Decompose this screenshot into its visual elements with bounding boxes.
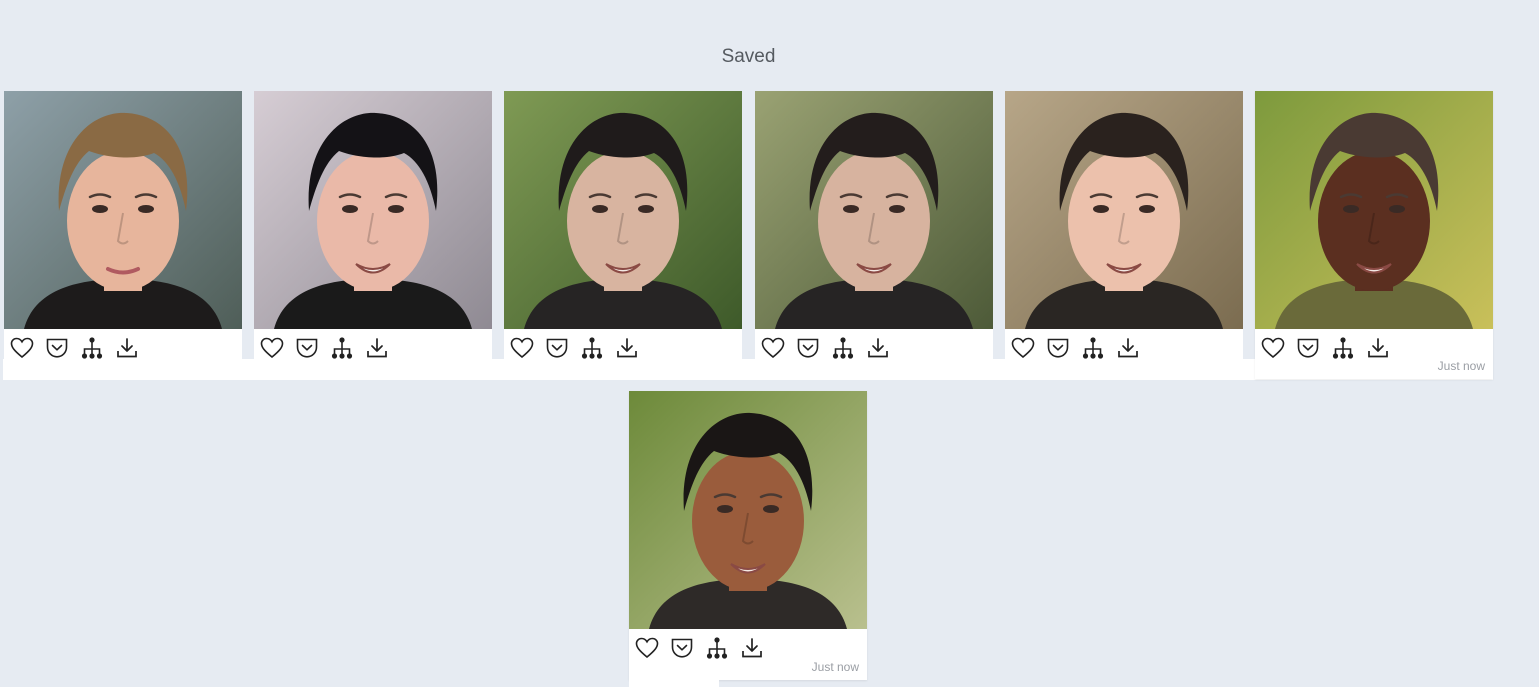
timestamp: Just now bbox=[1437, 359, 1485, 373]
portrait-image[interactable] bbox=[629, 391, 867, 629]
lineage-button[interactable] bbox=[825, 333, 860, 363]
heart-outline-icon bbox=[260, 337, 284, 359]
save-button[interactable] bbox=[664, 633, 699, 663]
portrait-image[interactable] bbox=[1255, 91, 1493, 329]
lineage-button[interactable] bbox=[574, 333, 609, 363]
hierarchy-tree-icon bbox=[330, 336, 354, 360]
heart-outline-icon bbox=[761, 337, 785, 359]
image-card bbox=[755, 91, 993, 360]
download-icon bbox=[866, 336, 890, 360]
lineage-button[interactable] bbox=[74, 333, 109, 363]
download-icon bbox=[365, 336, 389, 360]
pocket-save-icon bbox=[545, 337, 569, 359]
pocket-save-icon bbox=[1296, 337, 1320, 359]
like-button[interactable] bbox=[504, 333, 539, 363]
portrait-image[interactable] bbox=[254, 91, 492, 329]
download-icon bbox=[115, 336, 139, 360]
download-icon bbox=[740, 636, 764, 660]
lineage-button[interactable] bbox=[324, 333, 359, 363]
hierarchy-tree-icon bbox=[1081, 336, 1105, 360]
download-button[interactable] bbox=[860, 333, 895, 363]
hierarchy-tree-icon bbox=[1331, 336, 1355, 360]
card-actions bbox=[1255, 333, 1395, 363]
pocket-save-icon bbox=[796, 337, 820, 359]
portrait-image[interactable] bbox=[4, 91, 242, 329]
lineage-button[interactable] bbox=[1325, 333, 1360, 363]
download-button[interactable] bbox=[734, 633, 769, 663]
lineage-button[interactable] bbox=[699, 633, 734, 663]
download-icon bbox=[615, 336, 639, 360]
save-button[interactable] bbox=[539, 333, 574, 363]
image-card bbox=[504, 91, 742, 360]
heart-outline-icon bbox=[635, 637, 659, 659]
heart-outline-icon bbox=[510, 337, 534, 359]
pocket-save-icon bbox=[295, 337, 319, 359]
save-button[interactable] bbox=[1040, 333, 1075, 363]
image-card bbox=[4, 91, 242, 360]
page-title: Saved bbox=[721, 46, 776, 67]
hierarchy-tree-icon bbox=[580, 336, 604, 360]
save-button[interactable] bbox=[39, 333, 74, 363]
hierarchy-tree-icon bbox=[831, 336, 855, 360]
image-card bbox=[1005, 91, 1243, 360]
heart-outline-icon bbox=[10, 337, 34, 359]
save-button[interactable] bbox=[790, 333, 825, 363]
download-icon bbox=[1116, 336, 1140, 360]
portrait-image[interactable] bbox=[504, 91, 742, 329]
pocket-save-icon bbox=[670, 637, 694, 659]
card-actions bbox=[629, 633, 769, 663]
pocket-save-icon bbox=[1046, 337, 1070, 359]
like-button[interactable] bbox=[4, 333, 39, 363]
heart-outline-icon bbox=[1011, 337, 1035, 359]
image-card: Just now bbox=[1255, 91, 1493, 379]
download-button[interactable] bbox=[359, 333, 394, 363]
download-icon bbox=[1366, 336, 1390, 360]
portrait-image[interactable] bbox=[755, 91, 993, 329]
download-button[interactable] bbox=[1360, 333, 1395, 363]
card-actions bbox=[755, 333, 895, 363]
image-card: Just now bbox=[629, 391, 867, 680]
card-actions bbox=[504, 333, 644, 363]
like-button[interactable] bbox=[254, 333, 289, 363]
lineage-button[interactable] bbox=[1075, 333, 1110, 363]
like-button[interactable] bbox=[755, 333, 790, 363]
download-button[interactable] bbox=[1110, 333, 1145, 363]
bottom-tab bbox=[629, 680, 719, 687]
image-card bbox=[254, 91, 492, 360]
save-button[interactable] bbox=[1290, 333, 1325, 363]
save-button[interactable] bbox=[289, 333, 324, 363]
download-button[interactable] bbox=[609, 333, 644, 363]
card-actions bbox=[4, 333, 144, 363]
download-button[interactable] bbox=[109, 333, 144, 363]
like-button[interactable] bbox=[1255, 333, 1290, 363]
timestamp: Just now bbox=[811, 660, 859, 674]
hierarchy-tree-icon bbox=[705, 636, 729, 660]
like-button[interactable] bbox=[1005, 333, 1040, 363]
portrait-image[interactable] bbox=[1005, 91, 1243, 329]
card-actions bbox=[254, 333, 394, 363]
like-button[interactable] bbox=[629, 633, 664, 663]
hierarchy-tree-icon bbox=[80, 336, 104, 360]
card-actions bbox=[1005, 333, 1145, 363]
heart-outline-icon bbox=[1261, 337, 1285, 359]
pocket-save-icon bbox=[45, 337, 69, 359]
